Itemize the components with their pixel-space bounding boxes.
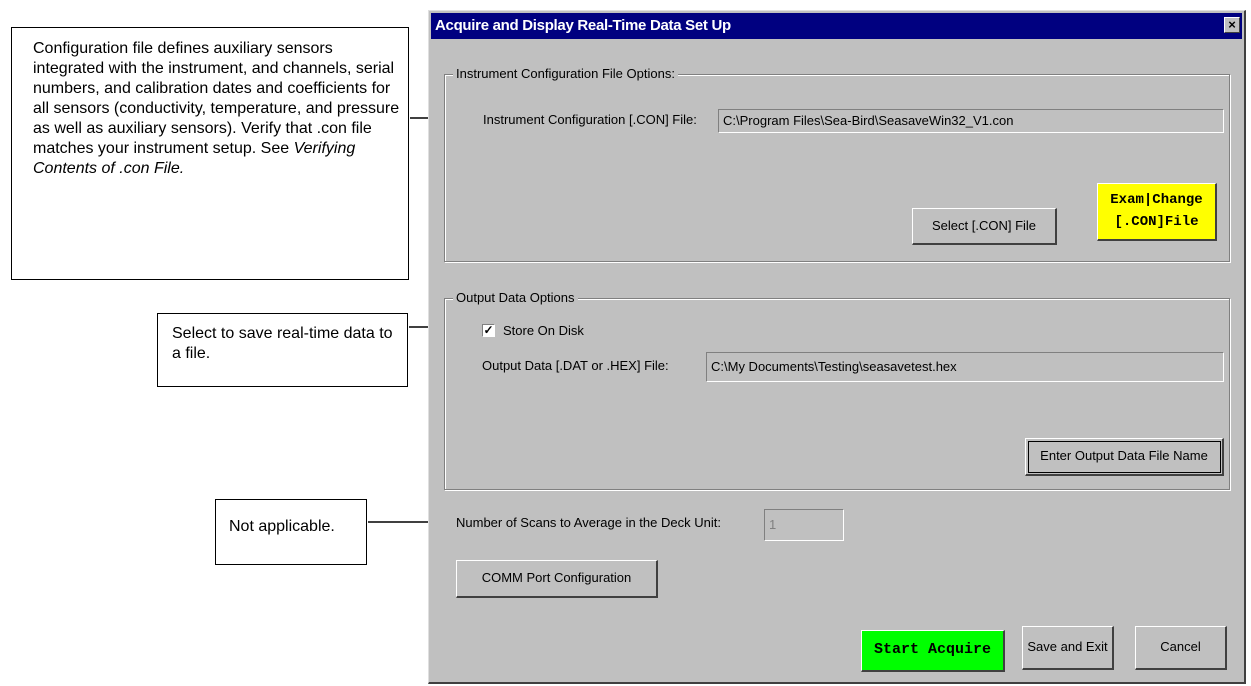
output-file-label: Output Data [.DAT or .HEX] File: bbox=[482, 358, 669, 373]
title-bar: Acquire and Display Real-Time Data Set U… bbox=[431, 13, 1242, 39]
dialog-title: Acquire and Display Real-Time Data Set U… bbox=[435, 17, 731, 34]
output-group-legend: Output Data Options bbox=[453, 290, 578, 305]
config-file-field[interactable]: C:\Program Files\Sea-Bird\SeasaveWin32_V… bbox=[718, 109, 1224, 133]
cancel-button[interactable]: Cancel bbox=[1135, 626, 1227, 670]
output-group: Output Data Options ✓ Store On Disk Outp… bbox=[444, 290, 1230, 490]
store-on-disk-checkbox[interactable]: ✓ bbox=[482, 324, 495, 337]
exam-change-line-1: Exam|Change bbox=[1110, 192, 1203, 208]
cancel-label: Cancel bbox=[1160, 639, 1201, 654]
start-acquire-button[interactable]: Start Acquire bbox=[861, 630, 1005, 672]
start-acquire-label: Start Acquire bbox=[873, 641, 992, 658]
not-applicable-callout: Not applicable. bbox=[215, 499, 367, 565]
enter-output-file-name-label: Enter Output Data File Name bbox=[1040, 448, 1208, 463]
config-callout: Configuration file defines auxiliary sen… bbox=[11, 27, 409, 280]
scans-field[interactable]: 1 bbox=[764, 509, 844, 541]
config-group-legend: Instrument Configuration File Options: bbox=[453, 66, 678, 81]
config-group: Instrument Configuration File Options: I… bbox=[444, 66, 1230, 262]
select-con-file-button[interactable]: Select [.CON] File bbox=[912, 208, 1057, 245]
select-con-file-label: Select [.CON] File bbox=[931, 218, 1037, 233]
save-and-exit-button[interactable]: Save and Exit bbox=[1022, 626, 1114, 670]
config-file-label: Instrument Configuration [.CON] File: bbox=[483, 112, 697, 127]
save-and-exit-label: Save and Exit bbox=[1027, 639, 1108, 654]
scans-label: Number of Scans to Average in the Deck U… bbox=[456, 515, 721, 530]
close-button[interactable]: × bbox=[1224, 17, 1240, 33]
comm-port-config-button[interactable]: COMM Port Configuration bbox=[456, 560, 658, 598]
output-file-field[interactable]: C:\My Documents\Testing\seasavetest.hex bbox=[706, 352, 1224, 382]
not-applicable-callout-text: Not applicable. bbox=[229, 518, 335, 535]
enter-output-file-name-button[interactable]: Enter Output Data File Name bbox=[1025, 438, 1224, 476]
exam-change-con-file-button[interactable]: Exam|Change [.CON]File bbox=[1097, 183, 1217, 241]
store-callout: Select to save real-time data to a file. bbox=[157, 313, 408, 387]
exam-change-line-2: [.CON]File bbox=[1114, 214, 1199, 230]
store-on-disk-label: Store On Disk bbox=[503, 323, 584, 338]
comm-port-config-label: COMM Port Configuration bbox=[481, 570, 632, 585]
store-callout-text: Select to save real-time data to a file. bbox=[172, 325, 393, 362]
setup-dialog: Acquire and Display Real-Time Data Set U… bbox=[428, 10, 1246, 684]
